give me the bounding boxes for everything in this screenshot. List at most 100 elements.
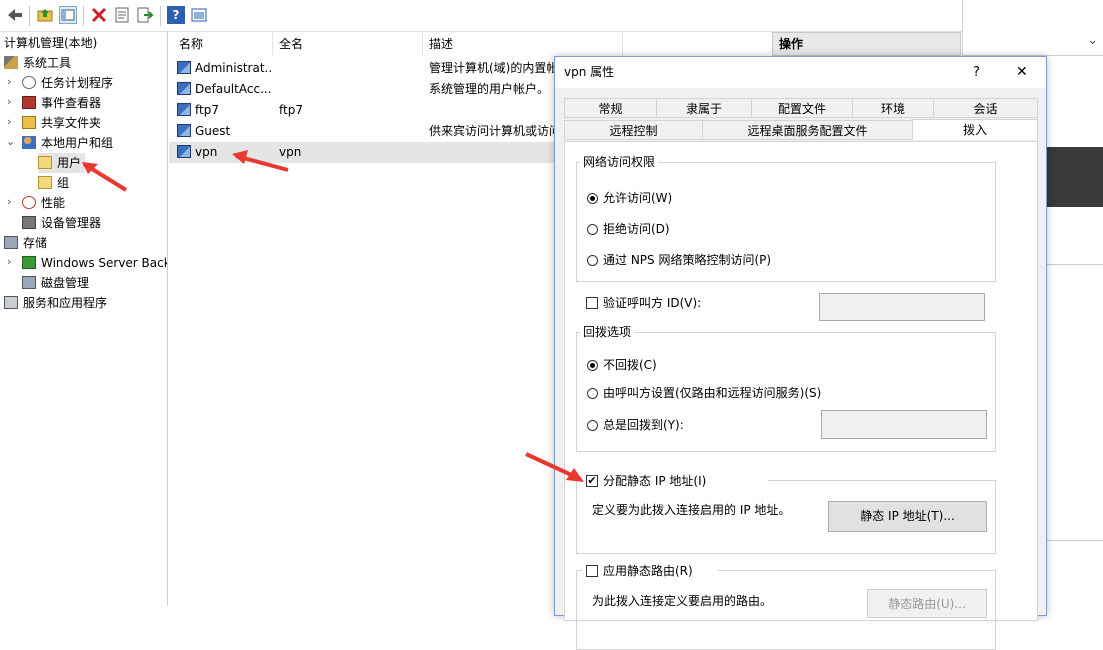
- disk-icon: [22, 276, 36, 289]
- actions-header: 操作: [772, 32, 961, 56]
- user-icon: [177, 124, 191, 137]
- tree-item-groups[interactable]: 组: [38, 173, 69, 193]
- tab-profile[interactable]: 配置文件: [751, 98, 853, 118]
- user-icon: [177, 103, 191, 116]
- user-name: DefaultAcc...: [195, 82, 272, 96]
- tree-item-label: 事件查看器: [41, 96, 102, 110]
- tree-item-label: 系统工具: [23, 56, 72, 70]
- chevron-right-icon[interactable]: ›: [7, 95, 17, 108]
- tree-item-label: 本地用户和组: [41, 136, 114, 150]
- shared-folder-icon: [22, 116, 36, 129]
- tab-rds-profile[interactable]: 远程桌面服务配置文件: [702, 120, 913, 140]
- tree-item-device-manager[interactable]: 设备管理器: [22, 213, 101, 233]
- chevron-right-icon[interactable]: ›: [7, 75, 17, 88]
- tree-item-performance[interactable]: 性能: [22, 193, 65, 213]
- show-hide-tree-icon[interactable]: [59, 6, 77, 24]
- allow-access-label[interactable]: 允许访问(W): [603, 190, 672, 206]
- user-name: vpn: [195, 145, 218, 159]
- tree-item-label: 任务计划程序: [41, 76, 114, 90]
- tools-icon: [4, 56, 18, 69]
- up-folder-icon[interactable]: [36, 6, 54, 24]
- clock-icon: [22, 76, 36, 89]
- static-ip-button[interactable]: 静态 IP 地址(T)...: [828, 501, 987, 532]
- tree-item-label: 共享文件夹: [41, 116, 102, 130]
- tree-item-root[interactable]: 计算机管理(本地): [4, 33, 97, 53]
- group-title: 网络访问权限: [580, 155, 659, 169]
- event-viewer-icon: [22, 96, 36, 109]
- tree-item-label: 服务和应用程序: [23, 296, 108, 310]
- chevron-right-icon[interactable]: ›: [7, 255, 17, 268]
- chevron-right-icon[interactable]: ›: [7, 115, 17, 128]
- deny-access-label[interactable]: 拒绝访问(D): [603, 221, 670, 237]
- tree-item-shared-folders[interactable]: 共享文件夹: [22, 113, 101, 133]
- dialog-titlebar[interactable]: vpn 属性 ? ✕: [555, 57, 1046, 88]
- static-routes-button[interactable]: 静态路由(U)...: [867, 589, 987, 618]
- tree-item-event-viewer[interactable]: 事件查看器: [22, 93, 101, 113]
- folder-icon: [38, 156, 52, 169]
- always-callback-label[interactable]: 总是回拨到(Y):: [603, 417, 684, 433]
- caller-id-input[interactable]: [819, 293, 985, 321]
- annotation-arrow-icon: [82, 162, 128, 192]
- caller-set-label[interactable]: 由呼叫方设置(仅路由和远程访问服务)(S): [603, 385, 821, 401]
- column-header-name[interactable]: 名称: [173, 32, 273, 56]
- tab-member-of[interactable]: 隶属于: [656, 98, 752, 118]
- verify-caller-id-checkbox[interactable]: [586, 297, 598, 309]
- tree-item-users[interactable]: 用户: [38, 153, 86, 173]
- static-ip-description: 定义要为此拨入连接启用的 IP 地址。: [592, 503, 791, 517]
- group-title: 回拨选项: [580, 325, 635, 339]
- callback-number-input[interactable]: [821, 410, 987, 439]
- static-ip-checkbox[interactable]: ✔: [586, 475, 598, 487]
- tree-item-storage[interactable]: 存储: [4, 233, 47, 253]
- view-icon[interactable]: [190, 6, 208, 24]
- close-button[interactable]: ✕: [1016, 57, 1028, 88]
- tree-item-disk-management[interactable]: 磁盘管理: [22, 273, 89, 293]
- tab-remote-control[interactable]: 远程控制: [564, 120, 703, 140]
- static-ip-label[interactable]: 分配静态 IP 地址(I): [603, 473, 706, 489]
- user-icon: [177, 61, 191, 74]
- device-manager-icon: [22, 216, 36, 229]
- nps-access-label[interactable]: 通过 NPS 网络策略控制访问(P): [603, 252, 771, 268]
- dropdown[interactable]: ⌄: [963, 31, 1103, 56]
- tree-item-local-users-groups[interactable]: 本地用户和组: [22, 133, 113, 153]
- vpn-properties-dialog: vpn 属性 ? ✕ 常规 隶属于 配置文件 环境 会话 远程控制 远程桌面服务…: [554, 56, 1047, 650]
- tab-sessions[interactable]: 会话: [933, 98, 1038, 118]
- tree-item-services-apps[interactable]: 服务和应用程序: [4, 293, 107, 313]
- tab-dial-in[interactable]: 拨入: [912, 119, 1038, 140]
- tree-item-windows-server-backup[interactable]: Windows Server Back: [22, 253, 167, 273]
- verify-caller-id-label[interactable]: 验证呼叫方 ID(V):: [603, 295, 701, 311]
- user-name: Guest: [195, 124, 231, 138]
- properties-icon[interactable]: [113, 6, 131, 24]
- chevron-right-icon[interactable]: ›: [7, 195, 17, 208]
- help-button[interactable]: ?: [973, 57, 980, 88]
- tree-item-label: 磁盘管理: [41, 276, 90, 290]
- tree-item-task-scheduler[interactable]: 任务计划程序: [22, 73, 113, 93]
- toolbar: ?: [0, 0, 962, 32]
- export-icon[interactable]: [136, 6, 154, 24]
- allow-access-radio[interactable]: [587, 193, 598, 204]
- no-callback-radio[interactable]: [587, 360, 598, 371]
- always-callback-radio[interactable]: [587, 420, 598, 431]
- nps-access-radio[interactable]: [587, 255, 598, 266]
- tree-item-label: 存储: [23, 236, 48, 250]
- tree-item-label: Windows Server Back: [41, 256, 167, 270]
- chevron-down-icon[interactable]: ⌄: [6, 135, 16, 148]
- static-routes-label[interactable]: 应用静态路由(R): [603, 563, 693, 579]
- chevron-down-icon[interactable]: ⌄: [1087, 33, 1098, 48]
- column-header-description[interactable]: 描述: [423, 32, 623, 56]
- caller-set-radio[interactable]: [587, 388, 598, 399]
- tree-item-system-tools[interactable]: 系统工具: [4, 53, 71, 73]
- tab-general[interactable]: 常规: [564, 98, 657, 118]
- tree-item-label: 设备管理器: [41, 216, 102, 230]
- deny-access-radio[interactable]: [587, 224, 598, 235]
- help-icon[interactable]: ?: [167, 6, 185, 24]
- tree-item-label: 性能: [41, 196, 66, 210]
- static-routes-checkbox[interactable]: [586, 565, 598, 577]
- delete-icon[interactable]: [90, 6, 108, 24]
- user-icon: [177, 82, 191, 95]
- performance-icon: [22, 196, 36, 209]
- tab-environment[interactable]: 环境: [852, 98, 934, 118]
- no-callback-label[interactable]: 不回拨(C): [603, 357, 657, 373]
- column-header-fullname[interactable]: 全名: [273, 32, 423, 56]
- user-fullname: ftp7: [279, 103, 303, 117]
- back-icon[interactable]: [6, 6, 24, 24]
